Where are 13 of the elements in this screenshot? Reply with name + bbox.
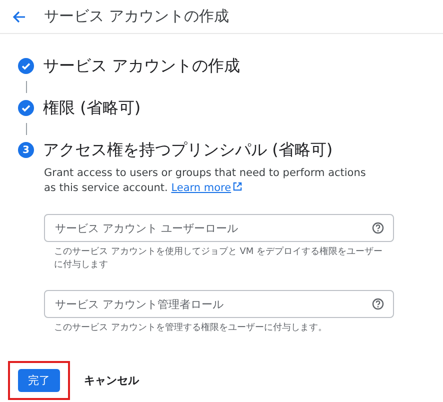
done-button[interactable]: 完了: [18, 369, 60, 392]
step-title: サービス アカウントの作成: [43, 56, 240, 76]
role-field[interactable]: サービス アカウント ユーザーロール: [44, 214, 394, 242]
step-title: 権限 (省略可): [43, 98, 141, 118]
step-description: Grant access to users or groups that need to perform actions as this service account. Learn more: [44, 166, 367, 196]
role-field[interactable]: サービス アカウント管理者ロール: [44, 290, 394, 318]
step-number: 3: [18, 142, 34, 158]
learn-more-link[interactable]: Learn more: [171, 182, 242, 194]
page-title: サービス アカウントの作成: [44, 7, 229, 26]
field-helper-text: このサービス アカウントを管理する権限をユーザーに付与します。: [54, 322, 328, 335]
field-helper-text: このサービス アカウントを使用してジョブと VM をデプロイする権限をユーザーに付与します: [54, 246, 384, 272]
step-title: アクセス権を持つプリンシパル (省略可): [43, 140, 333, 160]
cancel-button[interactable]: キャンセル: [84, 373, 139, 388]
